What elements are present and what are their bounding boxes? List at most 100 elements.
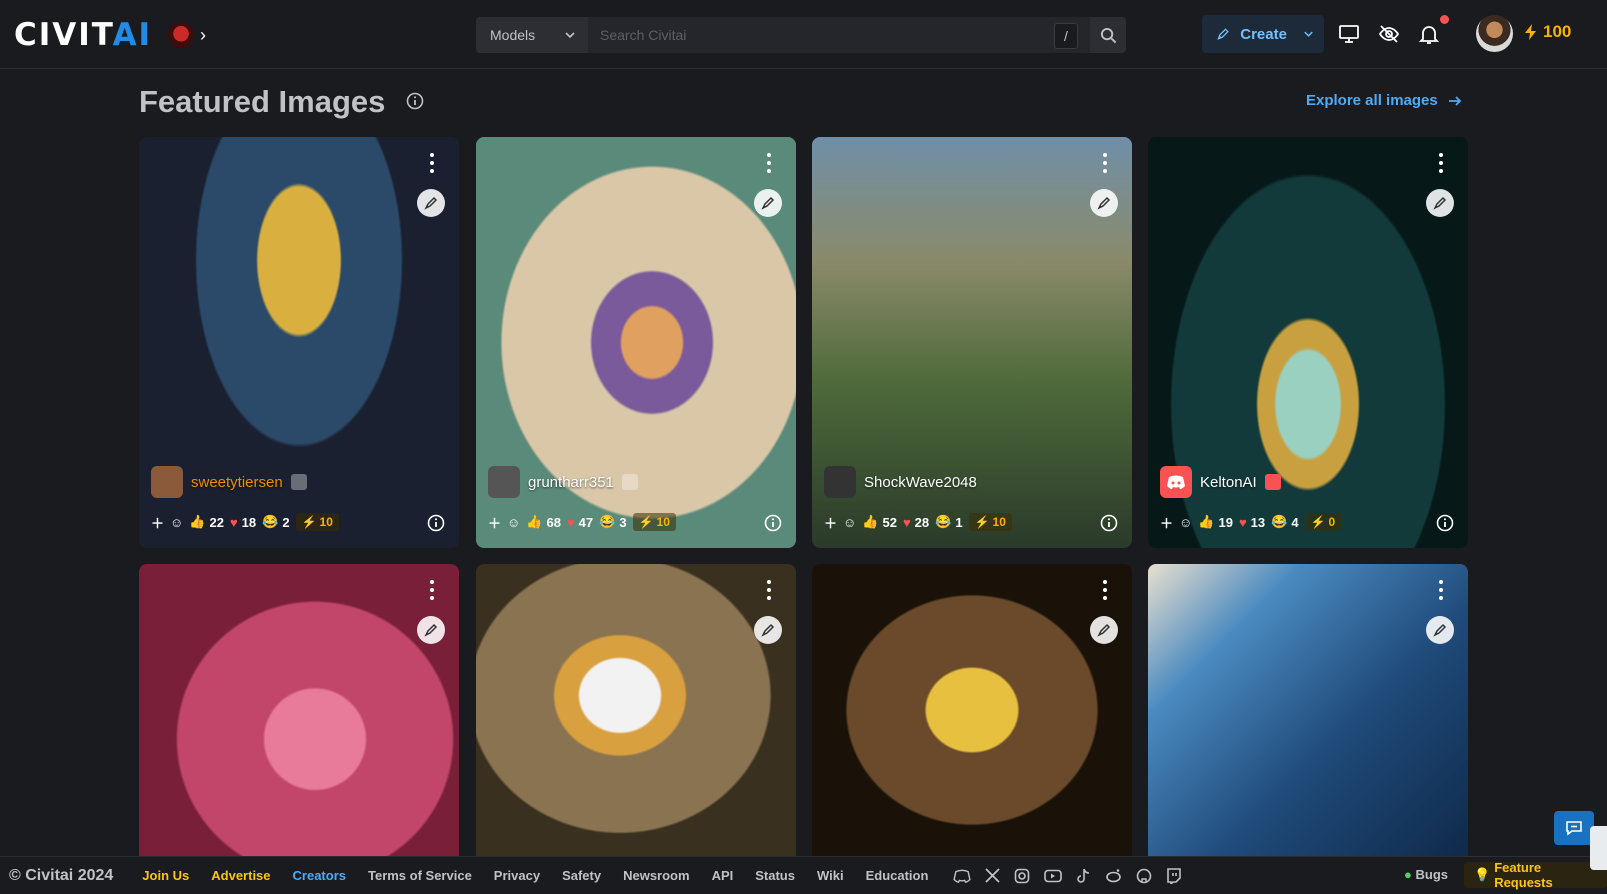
chevron-down-icon[interactable] <box>1303 27 1314 41</box>
card-menu-dots-icon[interactable] <box>1102 580 1108 600</box>
remix-brush-icon[interactable] <box>417 616 445 644</box>
github-icon[interactable] <box>1136 868 1152 884</box>
smile-icon[interactable]: ☺ <box>843 515 856 530</box>
image-card[interactable] <box>1148 564 1468 856</box>
footer-join-us-link[interactable]: Join Us <box>142 868 189 883</box>
info-icon[interactable] <box>1436 514 1454 532</box>
remix-brush-icon[interactable] <box>417 189 445 217</box>
add-reaction-plus-icon[interactable]: ＋ <box>488 513 501 532</box>
search-button[interactable] <box>1090 17 1126 53</box>
discord-icon[interactable] <box>953 869 972 883</box>
buzz-tip[interactable]: ⚡ 10 <box>968 513 1012 531</box>
laugh-reaction[interactable]: 😂 3 <box>599 514 626 530</box>
card-menu-dots-icon[interactable] <box>1438 153 1444 173</box>
like-reaction[interactable]: 👍 19 <box>1198 514 1233 530</box>
like-reaction[interactable]: 👍 52 <box>862 514 897 530</box>
card-menu-dots-icon[interactable] <box>429 153 435 173</box>
info-icon[interactable] <box>406 92 424 110</box>
footer-status-link[interactable]: Status <box>755 868 795 883</box>
info-icon[interactable] <box>764 514 782 532</box>
buzz-tip[interactable]: ⚡ 10 <box>295 513 339 531</box>
footer-creators-link[interactable]: Creators <box>293 868 346 883</box>
footer-feature-requests-link[interactable]: 💡 Feature Requests <box>1464 860 1607 890</box>
like-reaction[interactable]: 👍 68 <box>526 514 561 530</box>
buzz-count: 10 <box>319 515 333 529</box>
chat-button[interactable] <box>1554 811 1594 845</box>
footer-safety-link[interactable]: Safety <box>562 868 601 883</box>
smile-icon[interactable]: ☺ <box>170 515 183 530</box>
laugh-reaction[interactable]: 😂 2 <box>262 514 289 530</box>
user-avatar[interactable] <box>1476 15 1513 52</box>
footer-api-link[interactable]: API <box>712 868 734 883</box>
monitor-icon[interactable] <box>1337 22 1361 46</box>
brand-switcher[interactable]: › <box>168 20 220 50</box>
image-card[interactable]: ShockWave2048 ＋ ☺ 👍 52 ♥ 28 😂 1 ⚡ 10 <box>812 137 1132 548</box>
like-reaction[interactable]: 👍 22 <box>189 514 224 530</box>
create-button[interactable]: Create <box>1202 15 1324 53</box>
laugh-reaction[interactable]: 😂 4 <box>1271 514 1298 530</box>
buzz-tip[interactable]: ⚡ 10 <box>632 513 676 531</box>
search-input[interactable] <box>588 17 1090 53</box>
remix-brush-icon[interactable] <box>1090 189 1118 217</box>
footer-education-link[interactable]: Education <box>866 868 929 883</box>
buzz-tip[interactable]: ⚡ 0 <box>1304 513 1342 531</box>
image-card[interactable] <box>476 564 796 856</box>
image-card[interactable]: sweetytiersen ＋ ☺ 👍 22 ♥ 18 😂 2 ⚡ 10 <box>139 137 459 548</box>
reactions-bar: ＋ ☺ 👍 22 ♥ 18 😂 2 ⚡ 10 <box>151 510 447 534</box>
footer-bugs-link[interactable]: ● Bugs <box>1404 867 1448 882</box>
add-reaction-plus-icon[interactable]: ＋ <box>1160 513 1173 532</box>
card-menu-dots-icon[interactable] <box>1438 580 1444 600</box>
card-menu-dots-icon[interactable] <box>1102 153 1108 173</box>
card-user[interactable]: gruntharr351 <box>488 466 638 498</box>
remix-brush-icon[interactable] <box>1426 189 1454 217</box>
image-card[interactable] <box>812 564 1132 856</box>
tiktok-icon[interactable] <box>1076 868 1091 884</box>
smile-icon[interactable]: ☺ <box>1179 515 1192 530</box>
remix-brush-icon[interactable] <box>754 616 782 644</box>
thumbs-up-icon: 👍 <box>862 514 879 529</box>
smile-icon[interactable]: ☺ <box>507 515 520 530</box>
card-user[interactable]: sweetytiersen <box>151 466 307 498</box>
heart-reaction[interactable]: ♥ 18 <box>230 515 256 530</box>
image-card[interactable] <box>139 564 459 856</box>
heart-reaction[interactable]: ♥ 47 <box>567 515 593 530</box>
info-icon[interactable] <box>427 514 445 532</box>
add-reaction-plus-icon[interactable]: ＋ <box>151 513 164 532</box>
remix-brush-icon[interactable] <box>1090 616 1118 644</box>
heart-reaction[interactable]: ♥ 13 <box>1239 515 1265 530</box>
eye-off-icon[interactable] <box>1377 22 1401 46</box>
youtube-icon[interactable] <box>1044 869 1063 883</box>
remix-brush-icon[interactable] <box>754 189 782 217</box>
card-user[interactable]: ShockWave2048 <box>824 466 977 498</box>
remix-brush-icon[interactable] <box>1426 616 1454 644</box>
laugh-reaction[interactable]: 😂 1 <box>935 514 962 530</box>
footer-wiki-link[interactable]: Wiki <box>817 868 844 883</box>
side-drawer-tab[interactable] <box>1590 826 1607 870</box>
bell-icon[interactable] <box>1417 22 1441 46</box>
laugh-count: 4 <box>1291 514 1299 530</box>
buzz-balance[interactable]: 100 <box>1523 22 1571 42</box>
card-menu-dots-icon[interactable] <box>766 580 772 600</box>
x-icon[interactable] <box>985 868 1001 883</box>
search-icon <box>1100 27 1116 43</box>
add-reaction-plus-icon[interactable]: ＋ <box>824 513 837 532</box>
footer-advertise-link[interactable]: Advertise <box>211 868 270 883</box>
info-icon[interactable] <box>1100 514 1118 532</box>
heart-reaction[interactable]: ♥ 28 <box>903 515 929 530</box>
card-menu-dots-icon[interactable] <box>429 580 435 600</box>
image-card[interactable]: KeltonAI ＋ ☺ 👍 19 ♥ 13 😂 4 ⚡ 0 <box>1148 137 1468 548</box>
footer-privacy-link[interactable]: Privacy <box>494 868 540 883</box>
card-user[interactable]: KeltonAI <box>1160 466 1281 498</box>
twitch-icon[interactable] <box>1166 867 1182 884</box>
search-category-label: Models <box>490 27 536 43</box>
image-card[interactable]: gruntharr351 ＋ ☺ 👍 68 ♥ 47 😂 3 ⚡ 10 <box>476 137 796 548</box>
heart-icon: ♥ <box>902 514 911 530</box>
civitai-logo[interactable]: CIVITAI <box>14 18 152 52</box>
search-category-select[interactable]: Models <box>476 17 588 53</box>
footer-tos-link[interactable]: Terms of Service <box>368 868 472 883</box>
explore-all-images-link[interactable]: Explore all images <box>1306 92 1462 109</box>
footer-newsroom-link[interactable]: Newsroom <box>623 868 689 883</box>
card-menu-dots-icon[interactable] <box>766 153 772 173</box>
reddit-icon[interactable] <box>1105 868 1122 883</box>
instagram-icon[interactable] <box>1014 868 1030 884</box>
